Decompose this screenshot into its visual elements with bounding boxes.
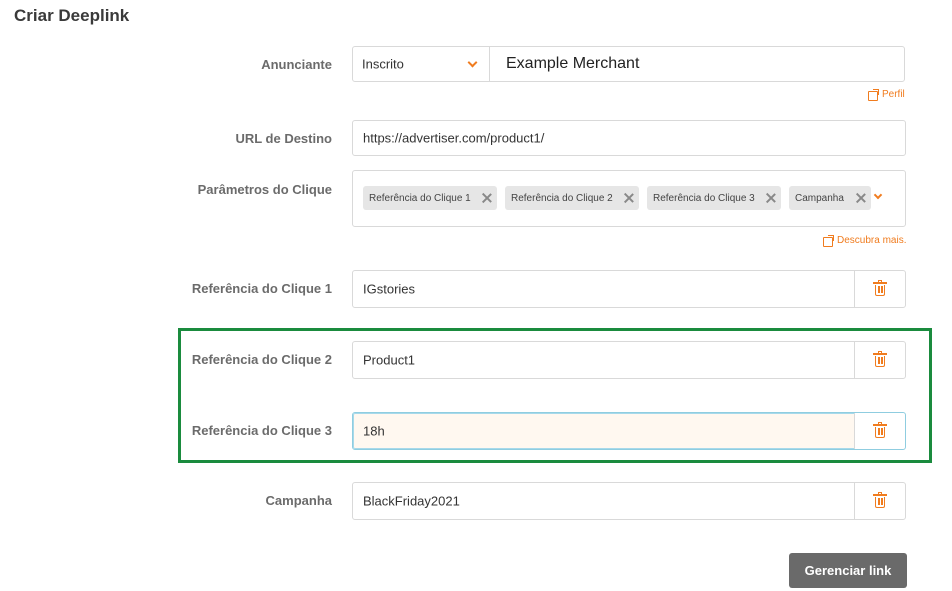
field-value: IGstories: [363, 281, 416, 297]
learn-more-label: Descubra mais.: [837, 235, 907, 246]
field-label: Referência do Clique 2: [191, 352, 332, 367]
merchant-name: Example Merchant: [506, 55, 640, 72]
field-value: Product1: [363, 352, 416, 368]
destination-label: URL de Destino: [235, 131, 332, 146]
campaign-input-group: BlackFriday2021: [352, 482, 906, 520]
remove-chip-icon[interactable]: [765, 192, 777, 204]
param-chip-label: Referência do Clique 2: [511, 192, 613, 204]
advertiser-label: Anunciante: [261, 57, 332, 72]
remove-chip-icon[interactable]: [855, 192, 867, 204]
chevron-down-icon[interactable]: [873, 190, 883, 200]
advertiser-group: Inscrito Example Merchant: [352, 46, 905, 82]
click-ref-2-input-group: Product1: [352, 341, 906, 379]
trash-icon: [873, 351, 887, 367]
param-chip: Campanha: [789, 186, 871, 210]
click-ref-1-input-group: IGstories: [352, 270, 906, 308]
param-chip-label: Referência do Clique 1: [369, 192, 471, 204]
destination-url-input[interactable]: https://advertiser.com/product1/: [352, 120, 906, 156]
chevron-down-icon: [467, 57, 478, 68]
params-label: Parâmetros do Clique: [197, 182, 332, 197]
field-value: BlackFriday2021: [363, 493, 460, 509]
remove-chip-icon[interactable]: [481, 192, 493, 204]
external-link-icon: [823, 235, 834, 247]
delete-button[interactable]: [854, 413, 905, 449]
delete-button[interactable]: [854, 271, 905, 307]
click-ref-1-input[interactable]: IGstories: [353, 271, 855, 307]
delete-button[interactable]: [854, 483, 905, 519]
advertiser-status-select[interactable]: Inscrito: [353, 47, 490, 81]
advertiser-status-value: Inscrito: [362, 56, 404, 72]
param-chip: Referência do Clique 3: [647, 186, 781, 210]
field-value: 18h: [363, 423, 385, 439]
remove-chip-icon[interactable]: [623, 192, 635, 204]
profile-link-label: Perfil: [882, 89, 905, 100]
campaign-input[interactable]: BlackFriday2021: [353, 483, 855, 519]
param-chip: Referência do Clique 2: [505, 186, 639, 210]
click-ref-3-input[interactable]: 18h: [353, 413, 855, 449]
destination-url-value: https://advertiser.com/product1/: [363, 130, 545, 146]
field-label: Referência do Clique 1: [191, 281, 332, 296]
field-label: Referência do Clique 3: [191, 423, 332, 438]
click-ref-2-input[interactable]: Product1: [353, 342, 855, 378]
field-label: Campanha: [265, 493, 332, 508]
param-chip-label: Campanha: [795, 192, 844, 204]
param-chip: Referência do Clique 1: [363, 186, 497, 210]
params-multiselect[interactable]: Referência do Clique 1 Referência do Cli…: [352, 170, 906, 227]
page-title: Criar Deeplink: [14, 6, 130, 25]
click-ref-3-input-group: 18h: [352, 412, 906, 450]
external-link-icon: [868, 89, 879, 101]
profile-link[interactable]: Perfil: [868, 89, 905, 101]
delete-button[interactable]: [854, 342, 905, 378]
learn-more-link[interactable]: Descubra mais.: [823, 235, 907, 247]
trash-icon: [873, 280, 887, 296]
manage-link-button[interactable]: Gerenciar link: [789, 553, 907, 588]
trash-icon: [873, 422, 887, 438]
param-chip-label: Referência do Clique 3: [653, 192, 755, 204]
trash-icon: [873, 492, 887, 508]
